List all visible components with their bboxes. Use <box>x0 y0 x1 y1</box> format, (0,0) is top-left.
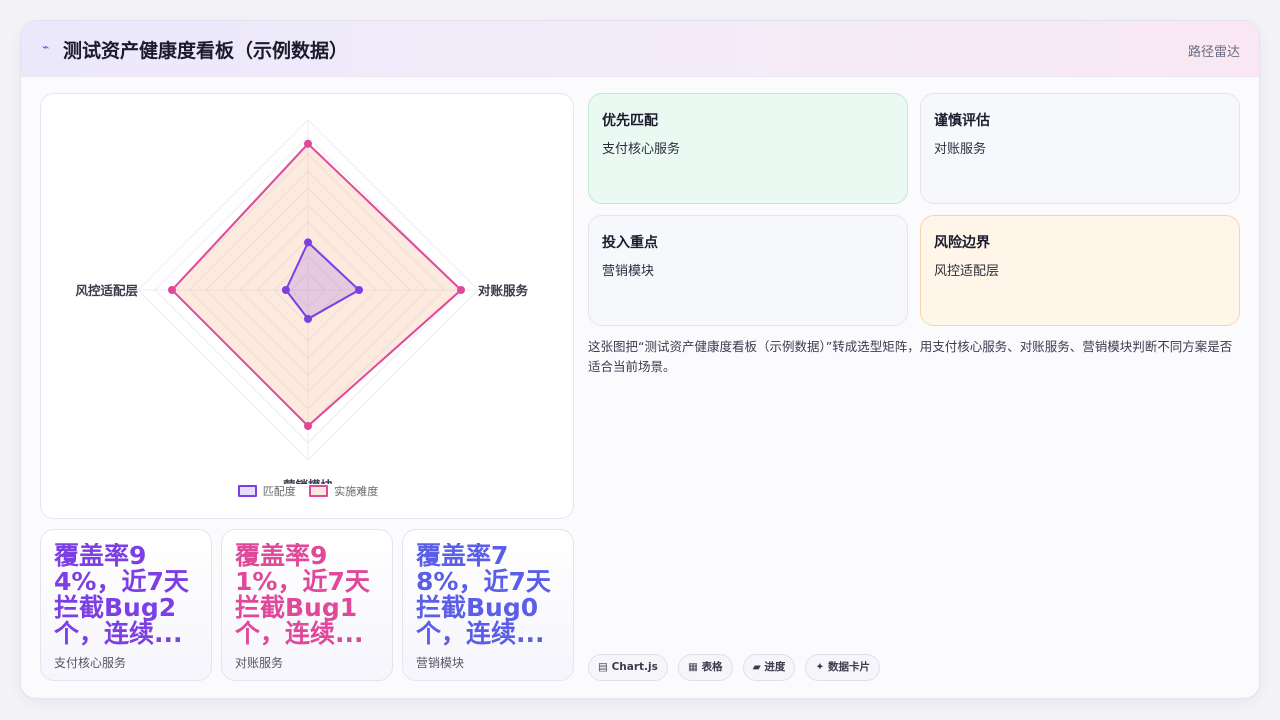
radar-chart: 支付核心服务对账服务营销模块风控适配层 <box>75 119 529 484</box>
stat-card-payment: 覆盖率94%，近7天拦截Bug2个，连续... 支付核心服务 <box>40 529 212 681</box>
badge-label: 数据卡片 <box>827 661 870 673</box>
radar-data-point <box>168 286 176 294</box>
stat-card-reconciliation: 覆盖率91%，近7天拦截Bug1个，连续... 对账服务 <box>221 529 393 681</box>
legend-item-difficulty[interactable]: 实施难度 <box>309 483 378 499</box>
radar-chart-panel: 支付核心服务对账服务营销模块风控适配层 匹配度 实施难度 <box>40 93 574 519</box>
radar-data-point <box>457 286 465 294</box>
stat-card-marketing: 覆盖率78%，近7天拦截Bug0个，连续... 营销模块 <box>402 529 574 681</box>
badge-progress[interactable]: ▰ 进度 <box>742 654 796 681</box>
chart-description: 这张图把“测试资产健康度看板（示例数据）”转成选型矩阵，用支付核心服务、对账服务… <box>588 339 1233 374</box>
badge-label: 表格 <box>701 661 723 673</box>
badge-table[interactable]: ▦ 表格 <box>677 654 733 681</box>
progress-icon: ▰ <box>752 661 761 673</box>
legend-label-difficulty: 实施难度 <box>334 485 379 498</box>
route-radar-link[interactable]: 路径雷达 <box>1188 41 1240 60</box>
tile-title: 优先匹配 <box>602 113 658 129</box>
stat-label: 支付核心服务 <box>54 656 127 670</box>
tile-value: 营销模块 <box>602 264 655 279</box>
tile-title: 投入重点 <box>602 235 658 251</box>
stat-value: 覆盖率91%，近7天拦截Bug1个，连续... <box>235 543 370 647</box>
tile-priority-match[interactable]: 优先匹配 支付核心服务 <box>588 93 908 204</box>
tile-risk-boundary[interactable]: 风险边界 风控适配层 <box>920 215 1240 326</box>
legend-swatch-match <box>237 485 257 497</box>
tile-title: 风险边界 <box>934 235 990 251</box>
radar-data-point <box>304 139 312 148</box>
radar-data-point <box>355 286 363 294</box>
radar-axis-label: 风控适配层 <box>75 283 138 298</box>
radar-data-point <box>281 286 290 294</box>
badge-label: 进度 <box>764 661 786 673</box>
pulse-icon: ⌁ <box>42 40 50 54</box>
tile-value: 支付核心服务 <box>602 142 681 157</box>
chart-icon: ▤ <box>598 661 608 673</box>
radar-data-point <box>304 422 312 430</box>
legend-label-match: 匹配度 <box>262 485 296 498</box>
header-bar: ⌁ 测试资产健康度看板（示例数据） 路径雷达 <box>21 21 1259 77</box>
badge-data-card[interactable]: ✦ 数据卡片 <box>805 654 880 681</box>
tile-careful-evaluation[interactable]: 谨慎评估 对账服务 <box>920 93 1240 204</box>
tile-value: 风控适配层 <box>934 264 1000 279</box>
legend-swatch-difficulty <box>309 485 329 497</box>
radar-axis-label: 对账服务 <box>478 283 529 298</box>
table-icon: ▦ <box>687 661 698 673</box>
stat-value: 覆盖率78%，近7天拦截Bug0个，连续... <box>416 543 551 647</box>
badge-chartjs[interactable]: ▤ Chart.js <box>588 654 668 681</box>
badge-label: Chart.js <box>611 661 658 673</box>
chart-legend: 匹配度 实施难度 <box>41 483 575 501</box>
tile-value: 对账服务 <box>934 142 987 157</box>
radar-data-point <box>304 314 312 323</box>
stat-value: 覆盖率94%，近7天拦截Bug2个，连续... <box>54 543 189 647</box>
tech-badges: ▤ Chart.js ▦ 表格 ▰ 进度 ✦ 数据卡片 <box>588 654 885 682</box>
page-title: 测试资产健康度看板（示例数据） <box>63 40 349 62</box>
stat-label: 营销模块 <box>416 656 465 670</box>
dashboard-card: ⌁ 测试资产健康度看板（示例数据） 路径雷达 支付核心服务对账服务营销模块风控适… <box>20 20 1260 699</box>
radar-data-point <box>304 238 312 247</box>
stat-label: 对账服务 <box>235 656 284 670</box>
sparkle-icon: ✦ <box>815 661 825 673</box>
tile-title: 谨慎评估 <box>934 113 990 129</box>
legend-item-match[interactable]: 匹配度 <box>237 483 296 499</box>
tile-investment-focus[interactable]: 投入重点 营销模块 <box>588 215 908 326</box>
